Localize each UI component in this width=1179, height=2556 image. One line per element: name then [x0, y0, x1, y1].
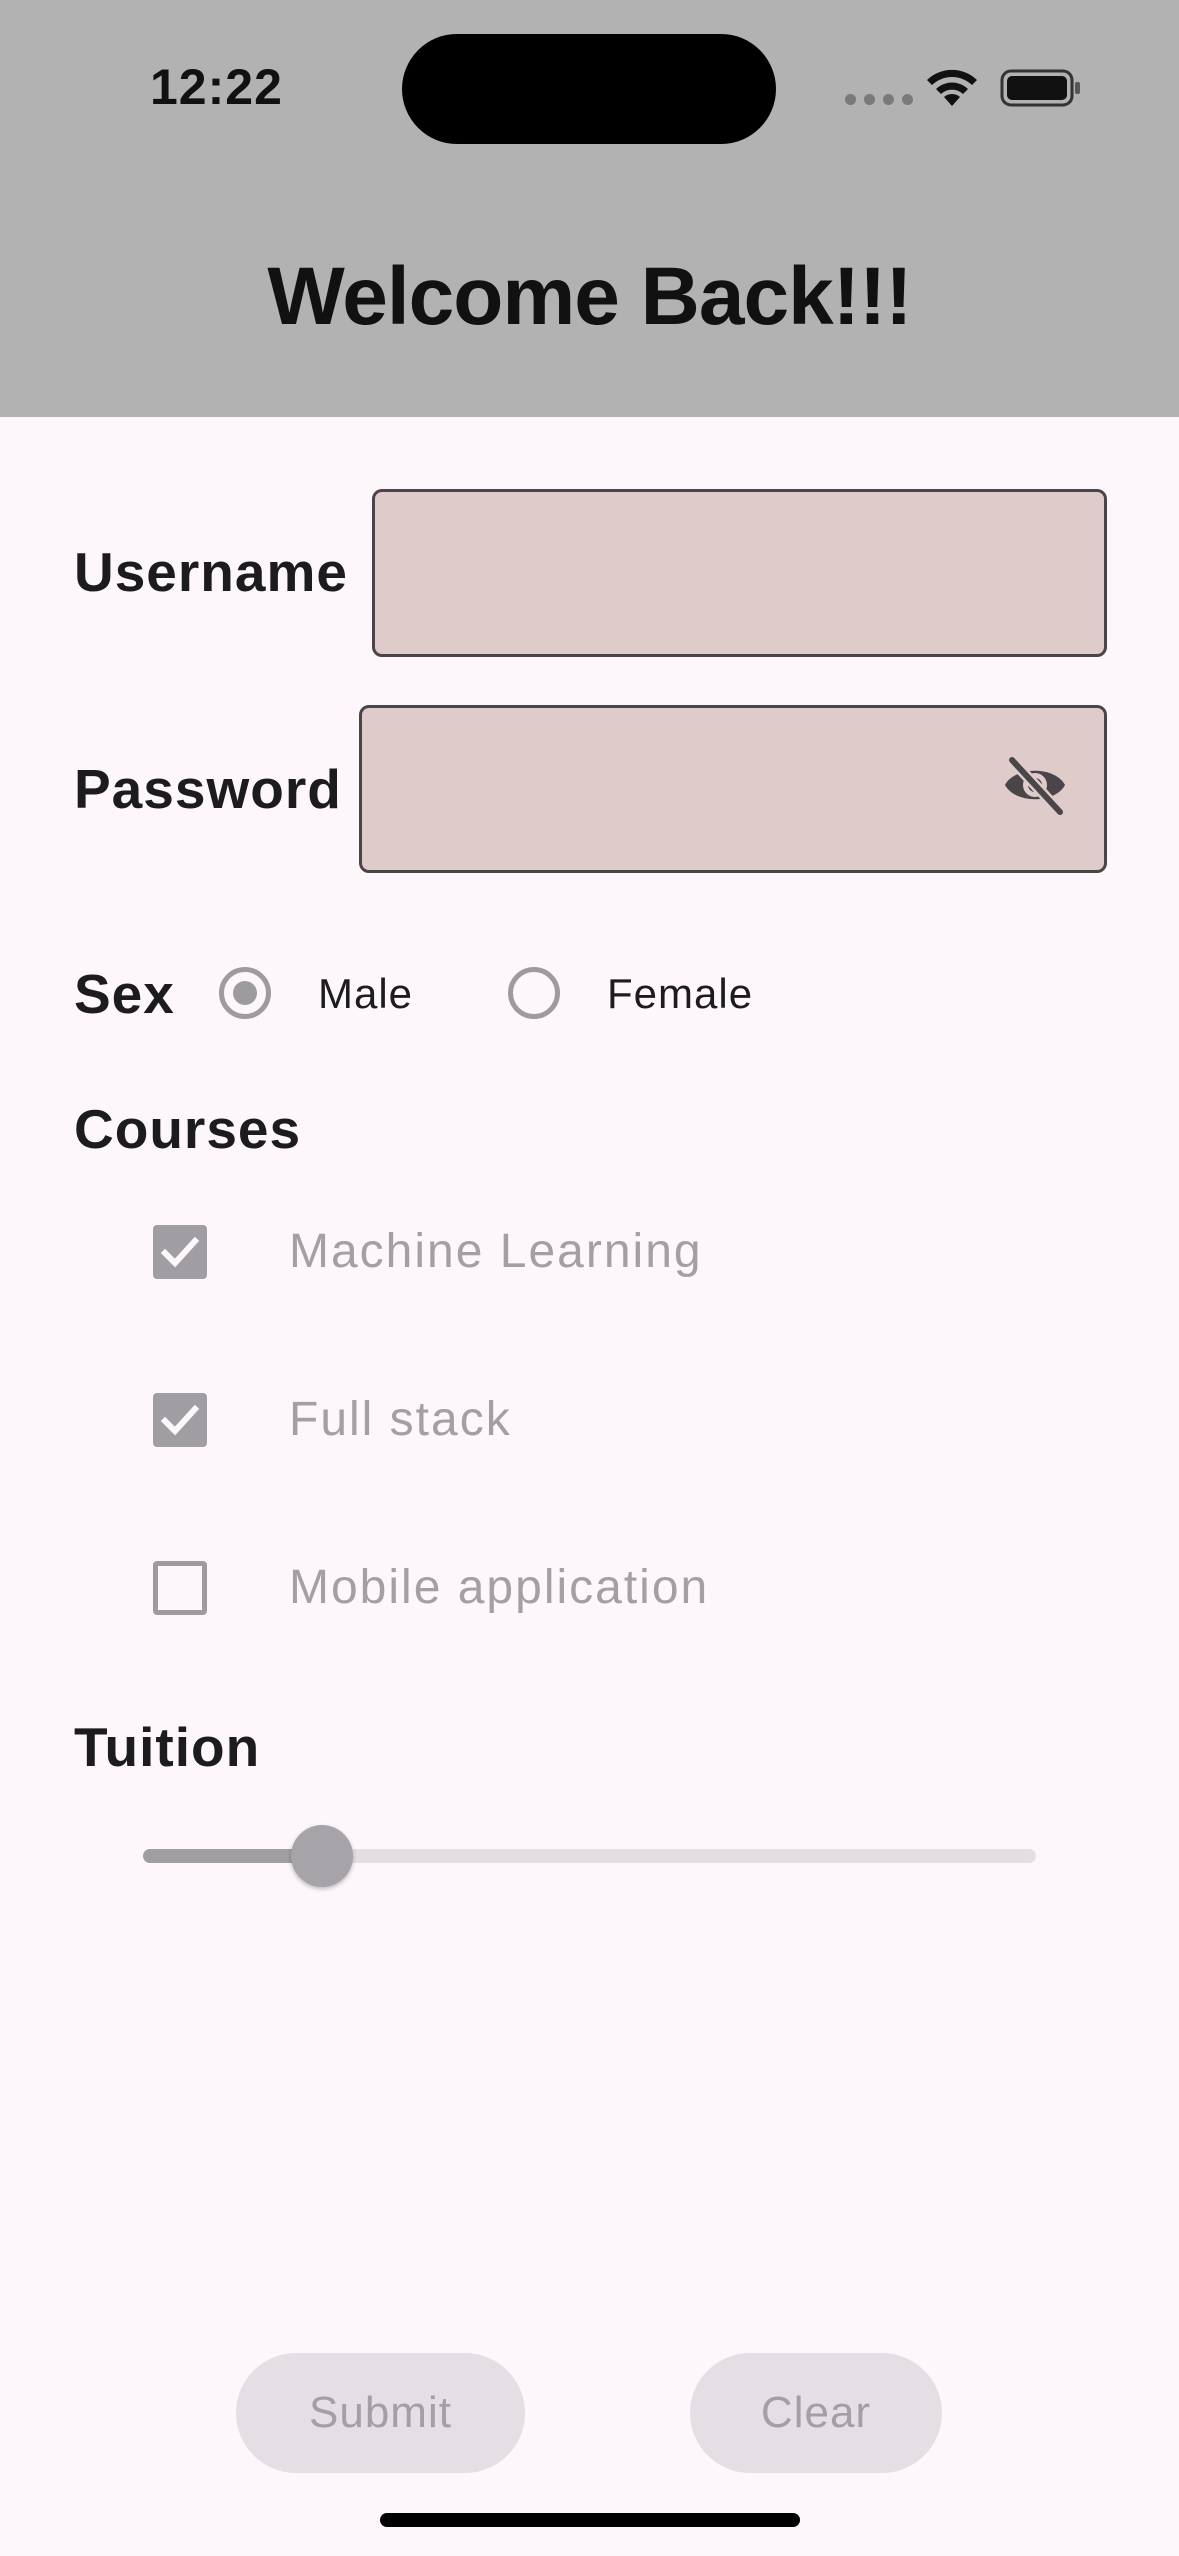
username-field[interactable] [372, 489, 1107, 657]
course-label-machine-learning[interactable]: Machine Learning [289, 1224, 703, 1279]
battery-icon [1000, 69, 1080, 107]
radio-label-male[interactable]: Male [318, 970, 413, 1018]
radio-male[interactable] [219, 967, 271, 1019]
tuition-slider[interactable] [143, 1825, 1036, 1887]
clear-button[interactable]: Clear [690, 2353, 942, 2473]
eye-off-icon[interactable] [1000, 754, 1070, 816]
radio-female[interactable] [508, 967, 560, 1019]
password-label: Password [74, 758, 342, 820]
username-input[interactable] [375, 492, 1104, 654]
checkmark-icon [160, 1404, 200, 1436]
slider-thumb[interactable] [291, 1825, 353, 1887]
sex-label: Sex [74, 963, 175, 1025]
password-input[interactable] [362, 708, 1104, 870]
submit-button[interactable]: Submit [236, 2353, 525, 2473]
course-label-mobile-application[interactable]: Mobile application [289, 1560, 709, 1615]
home-indicator [380, 2513, 800, 2527]
dynamic-island [402, 34, 776, 144]
password-field[interactable] [359, 705, 1107, 873]
username-label: Username [74, 541, 348, 603]
checkmark-icon [160, 1236, 200, 1268]
app-header: 12:22 Welcome Back!!! [0, 0, 1179, 417]
page-title: Welcome Back!!! [267, 251, 912, 342]
wifi-icon [927, 69, 977, 106]
checkbox-full-stack[interactable] [153, 1393, 207, 1447]
cellular-signal-icon [845, 94, 913, 105]
course-label-full-stack[interactable]: Full stack [289, 1392, 512, 1447]
tuition-label: Tuition [74, 1716, 261, 1778]
radio-selected-dot [233, 981, 257, 1005]
radio-label-female[interactable]: Female [607, 970, 753, 1018]
courses-label: Courses [74, 1098, 302, 1160]
checkbox-mobile-application[interactable] [153, 1561, 207, 1615]
status-time: 12:22 [150, 59, 283, 115]
checkbox-machine-learning[interactable] [153, 1225, 207, 1279]
